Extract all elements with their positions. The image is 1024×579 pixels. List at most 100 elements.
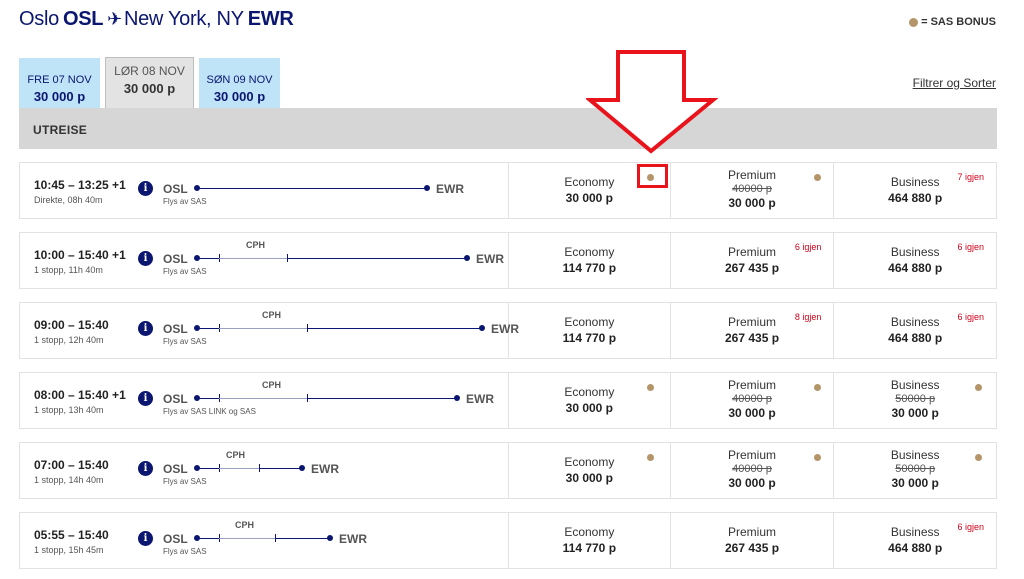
fare-economy[interactable]: Economy 114 770 p: [509, 303, 671, 358]
origin-airport: OSL: [163, 392, 188, 406]
fare-price: 30 000 p: [565, 191, 614, 205]
route-line: [197, 468, 219, 469]
flight-row[interactable]: 07:00 – 15:40 1 stopp, 14h 40m i OSL Fly…: [19, 442, 997, 499]
fare-business[interactable]: Business 50000 p 30 000 p: [834, 443, 996, 498]
date-tab-sun[interactable]: SØN 09 NOV 30 000 p: [199, 58, 280, 113]
fare-business[interactable]: Business 50000 p 30 000 p: [834, 373, 996, 428]
info-icon[interactable]: i: [138, 531, 153, 546]
layover-line: [219, 258, 287, 259]
fare-business[interactable]: Business 464 880 p 6 igjen: [834, 513, 996, 568]
date-tab-sat[interactable]: LØR 08 NOV 30 000 p: [105, 57, 194, 113]
fare-price: 114 770 p: [562, 331, 617, 345]
route-line: [307, 328, 482, 329]
info-icon[interactable]: i: [138, 461, 153, 476]
fare-class-label: Economy: [564, 525, 615, 539]
via-airport: CPH: [246, 240, 266, 250]
fare-price: 30 000 p: [565, 401, 614, 415]
fare-business[interactable]: Business 464 880 p 6 igjen: [834, 303, 996, 358]
info-icon[interactable]: i: [138, 321, 153, 336]
dest-city: New York, NY: [123, 8, 244, 30]
flight-row[interactable]: 09:00 – 15:40 1 stopp, 12h 40m i OSL Fly…: [19, 302, 997, 359]
fare-class-label: Business: [890, 378, 940, 392]
info-icon[interactable]: i: [138, 391, 153, 406]
plane-icon: ✈: [107, 9, 122, 29]
operator-text: Flys av SAS: [163, 337, 207, 346]
flight-info: 05:55 – 15:40 1 stopp, 15h 45m i OSL Fly…: [20, 513, 509, 568]
tab-price: 30 000 p: [33, 89, 86, 104]
route-line: [287, 258, 467, 259]
fare-price: 464 880 p: [888, 191, 943, 205]
route-line: [197, 398, 219, 399]
flight-info: 07:00 – 15:40 1 stopp, 14h 40m i OSL Fly…: [20, 443, 509, 498]
fare-price: 30 000 p: [728, 476, 776, 490]
route-dot: [299, 465, 305, 471]
flight-row[interactable]: 10:45 – 13:25 +1 Direkte, 08h 40m i OSL …: [19, 162, 997, 219]
fare-class-label: Economy: [564, 315, 615, 329]
operator-text: Flys av SAS: [163, 477, 207, 486]
flight-times: 10:45 – 13:25 +1: [34, 178, 126, 192]
operator-text: Flys av SAS: [163, 547, 207, 556]
destination-airport: EWR: [476, 252, 504, 266]
date-tab-fri[interactable]: FRE 07 NOV 30 000 p: [19, 58, 100, 113]
fare-premium[interactable]: Premium 40000 p 30 000 p: [671, 443, 835, 498]
destination-airport: EWR: [339, 532, 367, 546]
seats-left: 6 igjen: [957, 312, 985, 322]
route-line: [197, 258, 219, 259]
route-line: [197, 538, 219, 539]
info-icon[interactable]: i: [138, 251, 153, 266]
fare-price: 30 000 p: [565, 471, 614, 485]
fare-price: 114 770 p: [562, 541, 617, 555]
origin-airport: OSL: [163, 462, 188, 476]
fare-economy[interactable]: Economy 114 770 p: [509, 233, 671, 288]
origin-airport: OSL: [163, 322, 188, 336]
seats-left: 8 igjen: [794, 312, 822, 322]
fare-price: 267 435 p: [724, 331, 780, 345]
fare-business[interactable]: Business 464 880 p 6 igjen: [834, 233, 996, 288]
flight-row[interactable]: 05:55 – 15:40 1 stopp, 15h 45m i OSL Fly…: [19, 512, 997, 569]
fare-premium[interactable]: Premium 267 435 p: [671, 513, 835, 568]
fare-price: 30 000 p: [891, 406, 939, 420]
highlight-box: [637, 164, 668, 188]
fare-premium[interactable]: Premium 267 435 p 6 igjen: [671, 233, 835, 288]
destination-airport: EWR: [311, 462, 339, 476]
fare-price: 267 435 p: [724, 261, 780, 275]
flight-times: 05:55 – 15:40: [34, 528, 109, 542]
flight-row[interactable]: 08:00 – 15:40 +1 1 stopp, 13h 40m i OSL …: [19, 372, 997, 429]
route-line: [307, 398, 457, 399]
fare-price: 464 880 p: [888, 261, 943, 275]
seats-left: 6 igjen: [957, 242, 985, 252]
fare-premium[interactable]: Premium 267 435 p 8 igjen: [671, 303, 835, 358]
flight-stops: Direkte, 08h 40m: [34, 195, 103, 205]
fare-premium[interactable]: Premium 40000 p 30 000 p: [671, 163, 835, 218]
fare-premium[interactable]: Premium 40000 p 30 000 p: [671, 373, 835, 428]
fare-business[interactable]: Business 464 880 p 7 igjen: [834, 163, 996, 218]
operator-text: Flys av SAS: [163, 197, 207, 206]
fare-economy[interactable]: Economy 30 000 p: [509, 443, 671, 498]
layover-line: [219, 398, 307, 399]
red-arrow-icon: [586, 50, 718, 154]
bonus-dot-icon: [813, 384, 821, 391]
tab-day: SØN 09 NOV: [206, 74, 273, 86]
fare-price: 30 000 p: [728, 196, 776, 210]
fare-class-label: Premium: [728, 525, 777, 539]
fare-old-price: 50000 p: [895, 393, 936, 405]
fare-economy[interactable]: Economy 30 000 p: [509, 373, 671, 428]
bonus-dot-icon: [813, 174, 821, 181]
seats-left: 6 igjen: [794, 242, 822, 252]
flight-row[interactable]: 10:00 – 15:40 +1 1 stopp, 11h 40m i OSL …: [19, 232, 997, 289]
filter-sort-link[interactable]: Filtrer og Sorter: [913, 76, 996, 90]
info-icon[interactable]: i: [138, 181, 153, 196]
route-dot: [464, 255, 470, 261]
flight-times: 08:00 – 15:40 +1: [34, 388, 126, 402]
route-line: [197, 328, 219, 329]
fare-economy[interactable]: Economy 114 770 p: [509, 513, 671, 568]
layover-line: [219, 468, 259, 469]
seats-left: 6 igjen: [957, 522, 985, 532]
flight-times: 09:00 – 15:40: [34, 318, 109, 332]
bonus-dot-icon: [813, 454, 821, 461]
operator-text: Flys av SAS: [163, 267, 207, 276]
flight-stops: 1 stopp, 15h 45m: [34, 545, 104, 555]
fare-class-label: Economy: [564, 245, 615, 259]
page-title: Oslo OSL ✈ New York, NY EWR: [19, 8, 298, 31]
fare-class-label: Premium: [728, 378, 777, 392]
